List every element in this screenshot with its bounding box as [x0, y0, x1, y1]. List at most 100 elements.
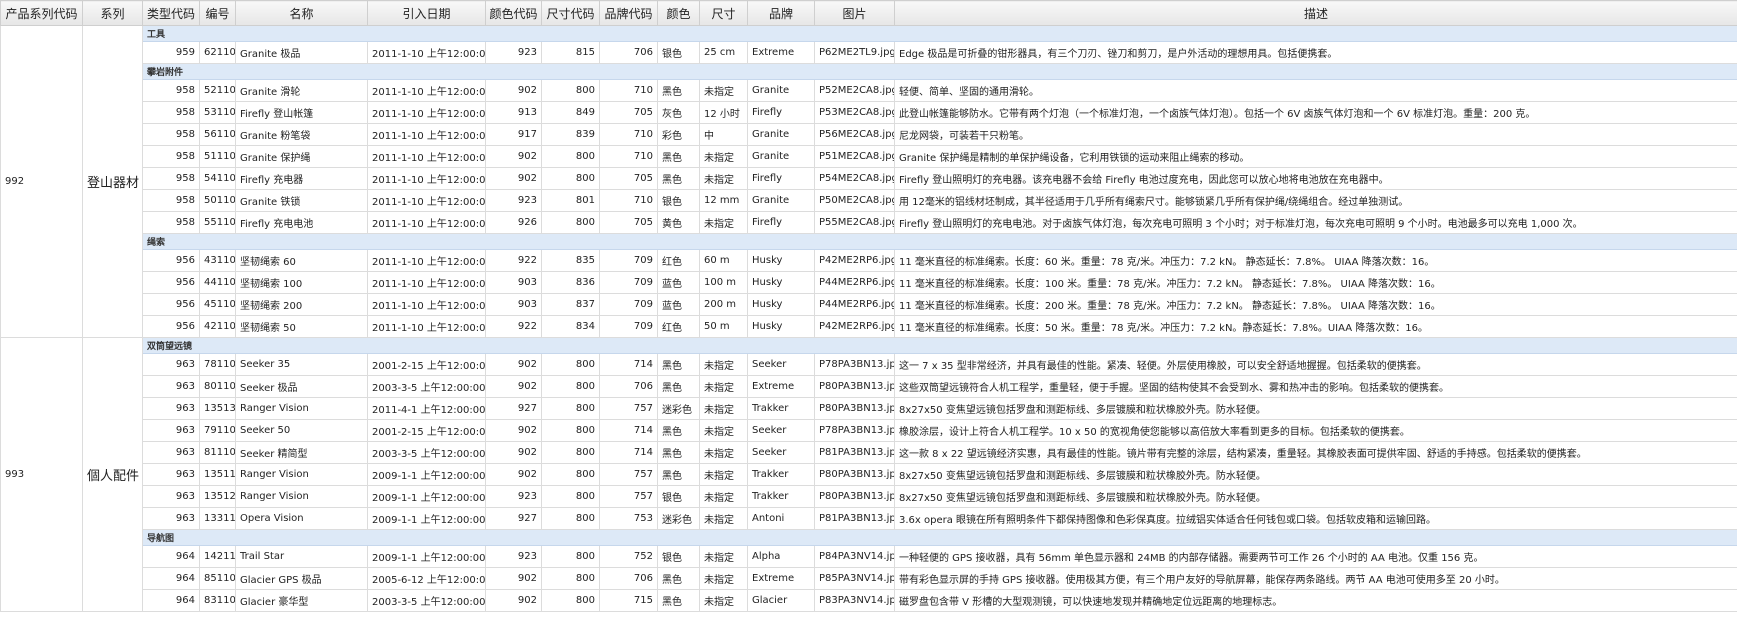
table-row[interactable]: 958 52110 Granite 滑轮 2011-1-10 上午12:00:00 90…	[1, 79, 1737, 102]
table-row[interactable]: 963 81110 Seeker 精简型 2003-3-5 上午12:00:00 902…	[1, 441, 1737, 464]
color-cell: 黑色	[657, 353, 700, 376]
type-code-cell: 964	[142, 567, 200, 590]
color-cell: 银色	[657, 189, 700, 212]
name-cell: Granite 铁锁	[235, 189, 368, 212]
table-row[interactable]: 956 45110 坚韧绳索 200 2011-1-10 上午12:00:00 903 8…	[1, 293, 1737, 316]
group-label[interactable]: 双筒望远镜	[142, 337, 1737, 354]
number-cell: 142110	[199, 545, 236, 568]
table-row[interactable]: 958 53110 Firefly 登山帐篷 2011-1-10 上午12:00:00…	[1, 101, 1737, 124]
type-code-cell: 956	[142, 315, 200, 338]
table-row[interactable]: 958 55110 Firefly 充电电池 2011-1-10 上午12:00:00…	[1, 211, 1737, 234]
size-code-cell: 839	[541, 123, 600, 146]
col-header-description[interactable]: 描述	[894, 0, 1737, 26]
type-code-cell: 963	[142, 397, 200, 420]
brand-code-cell: 709	[599, 249, 658, 272]
table-row[interactable]: 958 50110 Granite 铁锁 2011-1-10 上午12:00:00 92…	[1, 189, 1737, 212]
table-row[interactable]: 956 43110 坚韧绳索 60 2011-1-10 上午12:00:00 922 83…	[1, 249, 1737, 272]
table-row[interactable]: 963 80110 Seeker 极品 2003-3-5 上午12:00:00 902 8…	[1, 375, 1737, 398]
brand-code-cell: 705	[599, 211, 658, 234]
name-cell: Seeker 35	[235, 353, 368, 376]
brand-cell: Trakker	[747, 485, 815, 508]
image-cell: P84PA3NV14.jpg	[814, 545, 895, 568]
number-cell: 54110	[199, 167, 236, 190]
group-label[interactable]: 工具	[142, 25, 1737, 42]
group-label[interactable]: 绳索	[142, 233, 1737, 250]
name-cell: Granite 滑轮	[235, 79, 368, 102]
type-code-cell: 958	[142, 145, 200, 168]
size-cell: 200 m	[699, 293, 748, 316]
family-code-cell: 993	[0, 337, 83, 612]
size-code-cell: 800	[541, 79, 600, 102]
size-cell: 未指定	[699, 353, 748, 376]
table-row[interactable]: 963133110Opera Vision2009-1-1 上午12:00:00…	[1, 507, 1737, 530]
number-cell: 52110	[199, 79, 236, 102]
table-row[interactable]: 956 44110 坚韧绳索 100 2011-1-10 上午12:00:00 903 8…	[1, 271, 1737, 294]
col-header-color-code[interactable]: 颜色代码	[485, 0, 542, 26]
table-row[interactable]: 958 54110 Firefly 充电器 2011-1-10 上午12:00:00 9…	[1, 167, 1737, 190]
size-cell: 未指定	[699, 485, 748, 508]
table-row[interactable]: 963 79110 Seeker 50 2001-2-15 上午12:00:00 902…	[1, 419, 1737, 442]
brand-cell: Granite	[747, 79, 815, 102]
number-cell: 55110	[199, 211, 236, 234]
size-cell: 未指定	[699, 397, 748, 420]
color-cell: 银色	[657, 545, 700, 568]
description-cell: 11 毫米直径的标准绳索。长度：50 米。重量：78 克/米。冲压力：7.2 k…	[894, 315, 1737, 338]
brand-code-cell: 710	[599, 145, 658, 168]
description-cell: 8x27x50 变焦望远镜包括罗盘和测距标线、多层镀膜和粒状橡胶外壳。防水轻便。	[894, 485, 1737, 508]
col-header-brand[interactable]: 品牌	[747, 0, 815, 26]
image-cell: P78PA3BN13.jpg	[814, 353, 895, 376]
description-cell: 这些双筒望远镜符合人机工程学，重量轻，便于手握。坚固的结构使其不会受到水、雾和热…	[894, 375, 1737, 398]
number-cell: 43110	[199, 249, 236, 272]
col-header-color[interactable]: 颜色	[657, 0, 700, 26]
col-header-date[interactable]: 引入日期	[367, 0, 486, 26]
brand-code-cell: 709	[599, 315, 658, 338]
color-code-cell: 927	[485, 507, 542, 530]
col-header-family-code[interactable]: 产品系列代码	[0, 0, 83, 26]
table-row[interactable]: 958 51110 Granite 保护绳 2011-1-10 上午12:00:00 9…	[1, 145, 1737, 168]
color-cell: 黑色	[657, 441, 700, 464]
table-row[interactable]: 964142110Trail Star2009-1-1 上午12:00:0092…	[1, 545, 1737, 568]
col-header-family[interactable]: 系列	[82, 0, 143, 26]
image-cell: P54ME2CA8.jpg	[814, 167, 895, 190]
group-label[interactable]: 攀岩附件	[142, 63, 1737, 80]
name-cell: 坚韧绳索 200	[235, 293, 368, 316]
size-cell: 未指定	[699, 375, 748, 398]
color-cell: 彩色	[657, 123, 700, 146]
number-cell: 50110	[199, 189, 236, 212]
color-code-cell: 902	[485, 463, 542, 486]
col-header-name[interactable]: 名称	[235, 0, 368, 26]
table-row[interactable]: 959 62110 Granite 极品 2011-1-10 上午12:00:00 92…	[1, 41, 1737, 64]
size-cell: 12 mm	[699, 189, 748, 212]
header-row: 产品系列代码 系列 类型代码 编号 名称 引入日期 颜色代码 尺寸代码 品牌代码…	[0, 0, 1737, 26]
col-header-size-code[interactable]: 尺寸代码	[541, 0, 600, 26]
col-header-image[interactable]: 图片	[814, 0, 895, 26]
color-cell: 红色	[657, 315, 700, 338]
group-label[interactable]: 导航图	[142, 529, 1737, 546]
size-cell: 中	[699, 123, 748, 146]
type-code-cell: 958	[142, 123, 200, 146]
family-code-cell: 992	[0, 25, 83, 338]
col-header-brand-code[interactable]: 品牌代码	[599, 0, 658, 26]
brand-code-cell: 706	[599, 41, 658, 64]
table-row[interactable]: 958 56110 Granite 粉笔袋 2011-1-10 上午12:00:00 9…	[1, 123, 1737, 146]
table-row[interactable]: 964 85110 Glacier GPS 极品 2005-6-12 上午12:00:…	[1, 567, 1737, 590]
color-code-cell: 922	[485, 315, 542, 338]
name-cell: Firefly 充电电池	[235, 211, 368, 234]
col-header-number[interactable]: 编号	[199, 0, 236, 26]
col-header-size[interactable]: 尺寸	[699, 0, 748, 26]
table-row[interactable]: 956 42110 坚韧绳索 50 2011-1-10 上午12:00:00 922 83…	[1, 315, 1737, 338]
description-cell: 3.6x opera 眼镜在所有照明条件下都保持图像和色彩保真度。拉绒铝实体适合…	[894, 507, 1737, 530]
description-cell: Granite 保护绳是精制的单保护绳设备，它利用铁锁的运动来阻止绳索的移动。	[894, 145, 1737, 168]
type-code-cell: 963	[142, 353, 200, 376]
table-row[interactable]: 963135120Ranger Vision2009-1-1 上午12:00:0…	[1, 485, 1737, 508]
date-cell: 2005-6-12 上午12:00:00	[367, 567, 486, 590]
table-row[interactable]: 963135130Ranger Vision2011-4-1 上午12:00:0…	[1, 397, 1737, 420]
size-code-cell: 800	[541, 485, 600, 508]
name-cell: Glacier 豪华型	[235, 589, 368, 612]
table-row[interactable]: 963135110Ranger Vision2009-1-1 上午12:00:0…	[1, 463, 1737, 486]
brand-cell: Firefly	[747, 101, 815, 124]
col-header-type-code[interactable]: 类型代码	[142, 0, 200, 26]
table-row[interactable]: 964 83110 Glacier 豪华型 2003-3-5 上午12:00:00 90…	[1, 589, 1737, 612]
table-row[interactable]: 963 78110 Seeker 35 2001-2-15 上午12:00:00 902…	[1, 353, 1737, 376]
size-code-cell: 800	[541, 375, 600, 398]
